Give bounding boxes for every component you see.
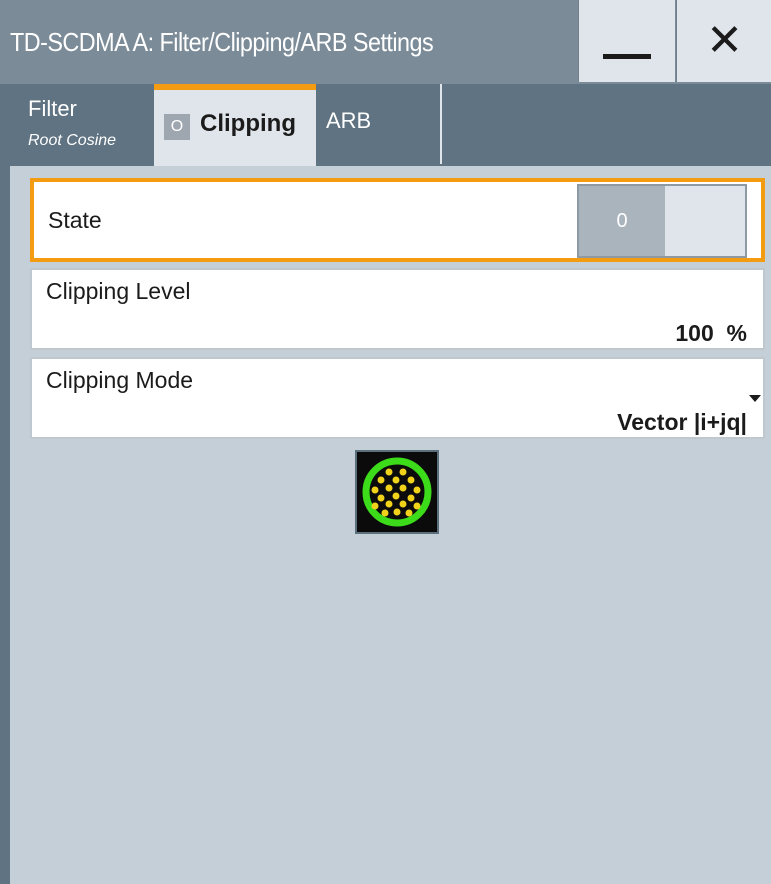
window-title: TD-SCDMA A: Filter/Clipping/ARB Settings: [10, 27, 434, 57]
clipping-level-row[interactable]: Clipping Level 100 %: [30, 268, 765, 350]
clipping-graphic-svg: [362, 457, 432, 527]
clipping-state-indicator: O: [164, 114, 190, 140]
left-border: [0, 0, 10, 884]
state-label: State: [48, 207, 102, 233]
dropdown-arrow-icon: [749, 395, 761, 402]
title-bar: TD-SCDMA A: Filter/Clipping/ARB Settings…: [0, 0, 771, 84]
tab-filter[interactable]: Filter Root Cosine: [20, 84, 156, 164]
clipping-mode-select[interactable]: Vector |i+jq|: [617, 409, 747, 436]
close-button[interactable]: ✕: [676, 0, 771, 82]
minimize-button[interactable]: [578, 0, 675, 82]
tab-clipping[interactable]: O Clipping: [154, 84, 316, 166]
clipping-mode-row[interactable]: Clipping Mode Vector |i+jq|: [30, 357, 765, 439]
tab-clipping-label: Clipping: [200, 110, 296, 137]
state-toggle-knob: 0: [579, 186, 665, 256]
clipping-level-label: Clipping Level: [46, 278, 191, 304]
state-row[interactable]: State 0: [30, 178, 765, 262]
state-toggle[interactable]: 0: [577, 184, 747, 258]
clipping-level-value[interactable]: 100 %: [675, 320, 747, 347]
dialog-window: TD-SCDMA A: Filter/Clipping/ARB Settings…: [0, 0, 771, 884]
clipping-vector-graphic-icon[interactable]: [355, 450, 439, 534]
tab-strip: Filter Root Cosine O Clipping ARB: [10, 84, 771, 166]
clipping-mode-label: Clipping Mode: [46, 367, 194, 393]
tab-filter-sublabel: Root Cosine: [28, 132, 117, 149]
minimize-icon: [603, 53, 651, 59]
tab-arb[interactable]: ARB: [316, 84, 442, 164]
tab-filter-label: Filter: [28, 96, 77, 121]
tab-arb-label: ARB: [326, 108, 372, 133]
close-icon: ✕: [706, 15, 743, 66]
